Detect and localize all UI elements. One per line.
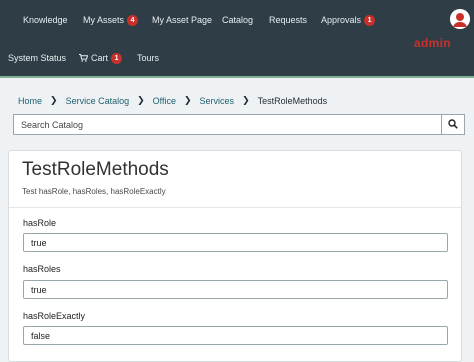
chevron-right-icon: ❯	[242, 95, 250, 105]
search-button[interactable]	[441, 115, 464, 134]
hasroleexactly-field[interactable]: false	[23, 326, 448, 345]
hasroles-field[interactable]: true	[23, 280, 448, 299]
catalog-search	[13, 114, 465, 135]
divider	[9, 207, 461, 208]
breadcrumb: Home ❯ Service Catalog ❯ Office ❯ Servic…	[18, 95, 327, 106]
nav-my-assets[interactable]: My Assets 4	[83, 15, 139, 27]
cart-badge: 1	[111, 53, 123, 65]
nav-tours[interactable]: Tours	[137, 53, 159, 63]
chevron-right-icon: ❯	[184, 95, 192, 105]
breadcrumb-service-catalog[interactable]: Service Catalog	[66, 96, 130, 106]
nav-cart-label: Cart	[91, 53, 109, 63]
breadcrumb-services[interactable]: Services	[200, 96, 235, 106]
nav-knowledge-label: Knowledge	[23, 15, 68, 25]
nav-catalog-label: Catalog	[222, 15, 254, 25]
chevron-right-icon: ❯	[137, 95, 145, 105]
nav-tours-label: Tours	[137, 53, 160, 63]
breadcrumb-office[interactable]: Office	[153, 96, 176, 106]
nav-my-assets-label: My Assets	[83, 15, 125, 25]
nav-system-status-label: System Status	[8, 53, 67, 63]
nav-requests[interactable]: Requests	[269, 15, 307, 25]
my-assets-badge: 4	[127, 15, 139, 27]
nav-catalog[interactable]: Catalog	[222, 15, 253, 25]
nav-cart[interactable]: Cart 1	[79, 53, 123, 65]
user-name[interactable]: admin	[414, 36, 451, 50]
approvals-badge: 1	[364, 15, 376, 27]
breadcrumb-home[interactable]: Home	[18, 96, 42, 106]
field-label-hasroles: hasRoles	[23, 264, 61, 274]
catalog-item-card: TestRoleMethods Test hasRole, hasRoles, …	[8, 150, 462, 362]
cart-icon	[79, 53, 89, 64]
hasrole-field[interactable]: true	[23, 233, 448, 252]
search-input[interactable]	[14, 115, 441, 134]
field-label-hasroleexactly: hasRoleExactly	[23, 311, 86, 321]
user-avatar-icon[interactable]	[450, 9, 470, 29]
nav-approvals-label: Approvals	[321, 15, 362, 25]
nav-requests-label: Requests	[269, 15, 308, 25]
top-navigation: Knowledge My Assets 4 My Asset Page Catal…	[0, 0, 474, 78]
breadcrumb-current: TestRoleMethods	[257, 95, 328, 106]
nav-my-asset-page-label: My Asset Page	[152, 15, 213, 25]
item-title: TestRoleMethods	[22, 159, 169, 180]
item-description: Test hasRole, hasRoles, hasRoleExactly	[22, 187, 166, 196]
nav-my-asset-page[interactable]: My Asset Page	[152, 15, 212, 25]
field-label-hasrole: hasRole	[23, 218, 57, 228]
search-icon	[448, 116, 458, 134]
nav-system-status[interactable]: System Status	[8, 53, 66, 63]
nav-knowledge[interactable]: Knowledge	[23, 15, 68, 25]
nav-approvals[interactable]: Approvals 1	[321, 15, 376, 27]
chevron-right-icon: ❯	[50, 95, 58, 105]
